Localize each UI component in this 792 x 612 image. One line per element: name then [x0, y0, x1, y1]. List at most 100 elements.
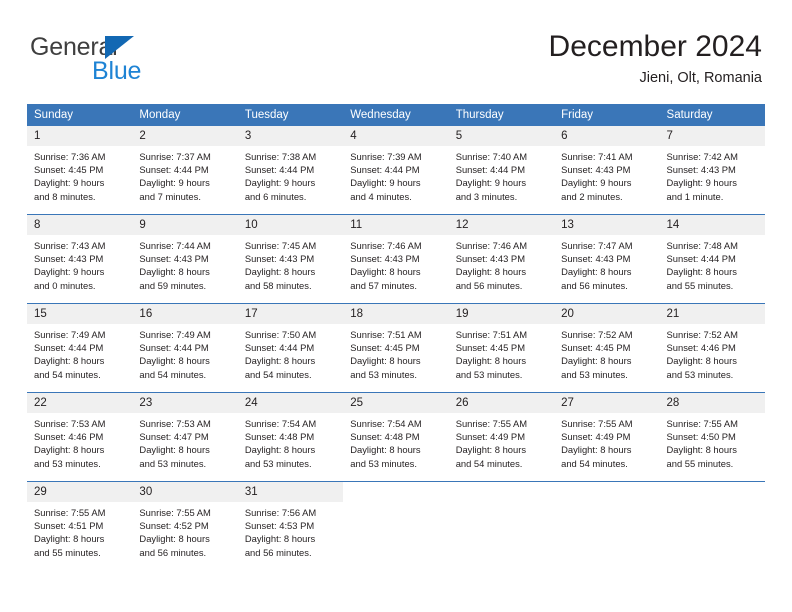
calendar-day-cell[interactable]: 13 Sunrise: 7:47 AM Sunset: 4:43 PM Dayligh…	[554, 214, 660, 304]
day-number: 2	[132, 126, 238, 146]
calendar-day-cell[interactable]: 19 Sunrise: 7:51 AM Sunset: 4:45 PM Dayligh…	[448, 303, 555, 393]
calendar-day-cell[interactable]: 12 Sunrise: 7:46 AM Sunset: 4:43 PM Dayligh…	[448, 214, 555, 304]
daylight-text-line2: and 58 minutes.	[244, 279, 312, 291]
calendar-day-cell[interactable]: 31 Sunrise: 7:56 AM Sunset: 4:53 PM Dayligh…	[237, 481, 344, 570]
calendar-table: Sunday Monday Tuesday Wednesday Thursday…	[27, 104, 765, 570]
daylight-text-line2: and 54 minutes.	[455, 457, 523, 469]
calendar-day-cell[interactable]: 28 Sunrise: 7:55 AM Sunset: 4:50 PM Dayligh…	[659, 392, 765, 482]
daylight-text-line2: and 53 minutes.	[350, 457, 417, 469]
sunset-text: Sunset: 4:49 PM	[561, 431, 631, 443]
calendar-day-cell[interactable]: 17 Sunrise: 7:50 AM Sunset: 4:44 PM Dayligh…	[237, 303, 344, 393]
calendar-day-cell[interactable]: 8 Sunrise: 7:43 AM Sunset: 4:43 PM Daylight…	[27, 214, 133, 304]
calendar-week-row: 8 Sunrise: 7:43 AM Sunset: 4:43 PM Daylight…	[27, 214, 765, 304]
calendar-day-cell[interactable]: 10 Sunrise: 7:45 AM Sunset: 4:43 PM Dayligh…	[237, 214, 344, 304]
sunrise-text: Sunrise: 7:52 AM	[666, 329, 738, 340]
calendar-day-cell[interactable]: 18 Sunrise: 7:51 AM Sunset: 4:45 PM Dayligh…	[343, 303, 449, 393]
sunrise-text: Sunrise: 7:41 AM	[561, 151, 633, 162]
calendar-week-row: 29 Sunrise: 7:55 AM Sunset: 4:51 PM Dayligh…	[27, 481, 765, 570]
calendar-week-row: 22 Sunrise: 7:53 AM Sunset: 4:46 PM Dayligh…	[27, 392, 765, 482]
daylight-text-line2: and 8 minutes.	[34, 190, 96, 202]
day-number	[659, 482, 765, 502]
day-number: 18	[343, 304, 449, 324]
day-number: 16	[132, 304, 238, 324]
sunset-text: Sunset: 4:45 PM	[455, 342, 525, 354]
day-details: Sunrise: 7:53 AM Sunset: 4:47 PM Daylight:…	[132, 413, 237, 470]
daylight-text-line1: Daylight: 8 hours	[561, 355, 632, 367]
sunset-text: Sunset: 4:52 PM	[139, 520, 209, 532]
calendar-day-cell[interactable]: 27 Sunrise: 7:55 AM Sunset: 4:49 PM Dayligh…	[554, 392, 660, 482]
daylight-text-line1: Daylight: 8 hours	[244, 444, 316, 456]
day-details: Sunrise: 7:55 AM Sunset: 4:49 PM Daylight:…	[449, 413, 554, 470]
sunset-text: Sunset: 4:44 PM	[350, 164, 420, 176]
daylight-text-line2: and 6 minutes.	[244, 190, 307, 202]
calendar-day-cell[interactable]: 14 Sunrise: 7:48 AM Sunset: 4:44 PM Dayligh…	[659, 214, 765, 304]
sunrise-text: Sunrise: 7:37 AM	[139, 151, 211, 162]
daylight-text-line1: Daylight: 8 hours	[34, 355, 105, 367]
calendar-day-cell[interactable]: 6 Sunrise: 7:41 AM Sunset: 4:43 PM Daylight…	[554, 126, 660, 215]
daylight-text-line2: and 56 minutes.	[561, 279, 628, 291]
daylight-text-line2: and 1 minute.	[666, 190, 724, 202]
day-number: 7	[659, 126, 765, 146]
daylight-text-line1: Daylight: 8 hours	[350, 266, 421, 278]
sunrise-text: Sunrise: 7:49 AM	[34, 329, 106, 340]
calendar-day-cell[interactable]: 2 Sunrise: 7:37 AM Sunset: 4:44 PM Daylight…	[132, 126, 238, 215]
calendar-day-cell[interactable]: 7 Sunrise: 7:42 AM Sunset: 4:43 PM Daylight…	[659, 126, 765, 215]
day-number: 20	[554, 304, 660, 324]
day-number: 27	[554, 393, 660, 413]
calendar-day-cell[interactable]: 5 Sunrise: 7:40 AM Sunset: 4:44 PM Daylight…	[448, 126, 555, 215]
day-number: 13	[554, 215, 660, 235]
calendar-day-cell[interactable]: 1 Sunrise: 7:36 AM Sunset: 4:45 PM Daylight…	[27, 126, 133, 215]
sunrise-text: Sunrise: 7:55 AM	[455, 418, 528, 429]
calendar-day-cell[interactable]: 30 Sunrise: 7:55 AM Sunset: 4:52 PM Dayligh…	[132, 481, 238, 570]
daylight-text-line1: Daylight: 9 hours	[34, 266, 105, 278]
day-details: Sunrise: 7:44 AM Sunset: 4:43 PM Daylight:…	[132, 235, 237, 292]
daylight-text-line2: and 56 minutes.	[244, 546, 312, 558]
page-title: December 2024	[548, 30, 762, 63]
calendar-day-cell[interactable]: 23 Sunrise: 7:53 AM Sunset: 4:47 PM Dayligh…	[132, 392, 238, 482]
calendar-day-cell[interactable]: 29 Sunrise: 7:55 AM Sunset: 4:51 PM Dayligh…	[27, 481, 133, 570]
daylight-text-line1: Daylight: 9 hours	[455, 177, 527, 189]
calendar-day-cell[interactable]: 3 Sunrise: 7:38 AM Sunset: 4:44 PM Daylight…	[237, 126, 344, 215]
sunset-text: Sunset: 4:43 PM	[561, 164, 631, 176]
calendar-day-cell[interactable]: 11 Sunrise: 7:46 AM Sunset: 4:43 PM Dayligh…	[343, 214, 449, 304]
day-number: 14	[659, 215, 765, 235]
calendar-day-cell[interactable]: 21 Sunrise: 7:52 AM Sunset: 4:46 PM Dayligh…	[659, 303, 765, 393]
sunset-text: Sunset: 4:48 PM	[350, 431, 420, 443]
calendar-day-cell[interactable]: 15 Sunrise: 7:49 AM Sunset: 4:44 PM Dayligh…	[27, 303, 133, 393]
calendar-day-cell[interactable]: 25 Sunrise: 7:54 AM Sunset: 4:48 PM Dayligh…	[343, 392, 449, 482]
calendar-day-cell[interactable]: 22 Sunrise: 7:53 AM Sunset: 4:46 PM Dayligh…	[27, 392, 133, 482]
daylight-text-line2: and 55 minutes.	[666, 279, 734, 291]
calendar-cell-empty	[659, 481, 765, 570]
day-number: 1	[27, 126, 133, 146]
day-number: 26	[448, 393, 555, 413]
sunset-text: Sunset: 4:47 PM	[139, 431, 209, 443]
day-number: 25	[343, 393, 449, 413]
calendar-header-row: Sunday Monday Tuesday Wednesday Thursday…	[27, 104, 765, 126]
calendar-body: 1 Sunrise: 7:36 AM Sunset: 4:45 PM Daylight…	[27, 126, 765, 570]
sunrise-text: Sunrise: 7:53 AM	[139, 418, 211, 429]
page-header: General Blue December 2024 Jieni, Olt, R…	[0, 0, 792, 86]
weekday-header-sunday: Sunday	[27, 104, 133, 126]
sunrise-text: Sunrise: 7:49 AM	[139, 329, 211, 340]
generalblue-logo[interactable]: General Blue	[30, 33, 250, 85]
daylight-text-line2: and 0 minutes.	[34, 279, 96, 291]
day-details: Sunrise: 7:41 AM Sunset: 4:43 PM Daylight:…	[554, 146, 659, 203]
daylight-text-line2: and 55 minutes.	[34, 546, 101, 558]
day-number: 29	[27, 482, 133, 502]
day-details: Sunrise: 7:55 AM Sunset: 4:49 PM Daylight:…	[554, 413, 659, 470]
day-details: Sunrise: 7:37 AM Sunset: 4:44 PM Daylight:…	[132, 146, 237, 203]
day-details: Sunrise: 7:49 AM Sunset: 4:44 PM Daylight:…	[27, 324, 132, 381]
daylight-text-line2: and 53 minutes.	[139, 457, 207, 469]
calendar-day-cell[interactable]: 9 Sunrise: 7:44 AM Sunset: 4:43 PM Daylight…	[132, 214, 238, 304]
sunset-text: Sunset: 4:50 PM	[666, 431, 736, 443]
calendar-day-cell[interactable]: 4 Sunrise: 7:39 AM Sunset: 4:44 PM Daylight…	[343, 126, 449, 215]
sunrise-text: Sunrise: 7:40 AM	[455, 151, 528, 162]
calendar-day-cell[interactable]: 24 Sunrise: 7:54 AM Sunset: 4:48 PM Dayligh…	[237, 392, 344, 482]
sunset-text: Sunset: 4:53 PM	[244, 520, 315, 532]
sunrise-text: Sunrise: 7:44 AM	[139, 240, 211, 251]
daylight-text-line1: Daylight: 8 hours	[244, 266, 316, 278]
calendar-day-cell[interactable]: 20 Sunrise: 7:52 AM Sunset: 4:45 PM Dayligh…	[554, 303, 660, 393]
calendar-day-cell[interactable]: 26 Sunrise: 7:55 AM Sunset: 4:49 PM Dayligh…	[448, 392, 555, 482]
daylight-text-line1: Daylight: 9 hours	[561, 177, 632, 189]
calendar-day-cell[interactable]: 16 Sunrise: 7:49 AM Sunset: 4:44 PM Dayligh…	[132, 303, 238, 393]
